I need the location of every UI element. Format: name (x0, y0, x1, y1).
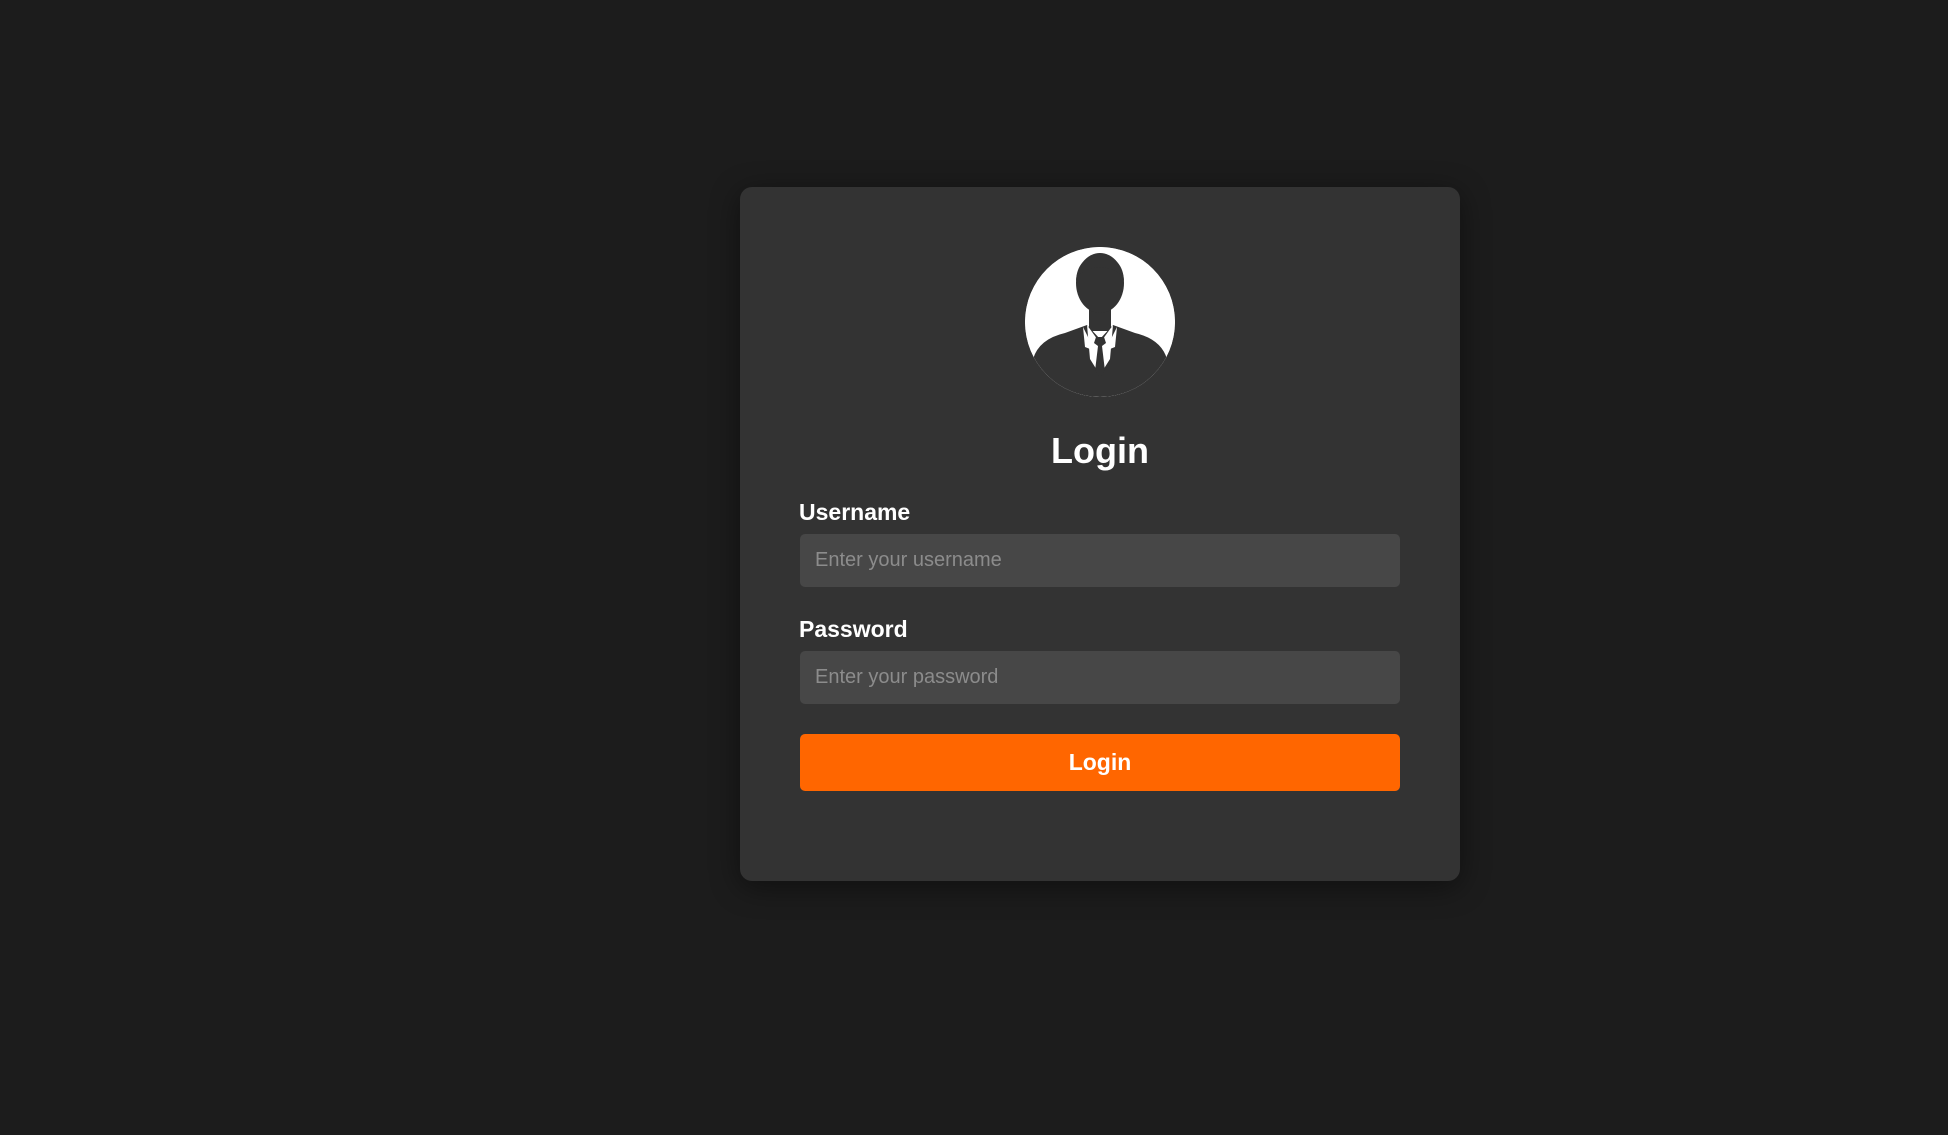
password-label: Password (799, 616, 908, 642)
login-card: Login Username Password Login (740, 187, 1460, 881)
username-label: Username (799, 499, 911, 525)
login-title: Login (1051, 430, 1149, 471)
username-input[interactable] (800, 534, 1400, 587)
user-silhouette-icon (1025, 247, 1175, 397)
password-input[interactable] (800, 651, 1400, 704)
login-button[interactable]: Login (800, 734, 1400, 791)
